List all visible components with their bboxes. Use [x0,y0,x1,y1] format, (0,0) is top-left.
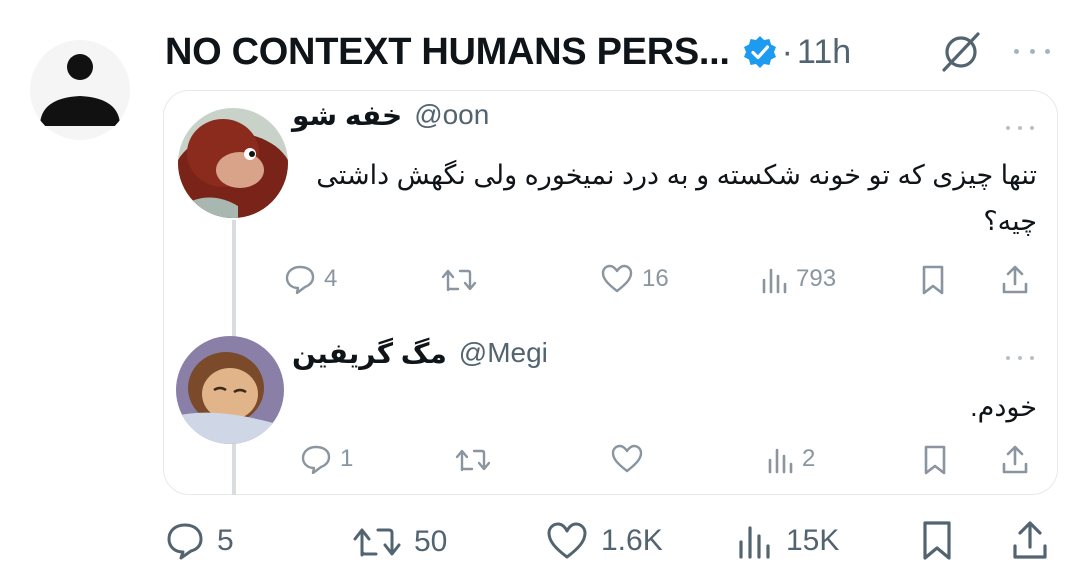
reply-count: 5 [217,524,234,557]
verified-badge-icon [742,34,778,70]
repost-button[interactable]: 50 [352,524,447,560]
quoted-tweet-1-reply-button[interactable]: 4 [284,264,337,294]
views-icon [768,448,793,474]
quoted-tweet-1-repost-button[interactable] [440,266,478,294]
reply-button[interactable]: 5 [165,522,234,560]
views-icon [762,268,787,294]
more-dots-icon[interactable] [1000,118,1040,138]
quoted-tweet-2-like-button[interactable] [610,444,644,474]
repost-icon [455,449,491,472]
quoted-tweet-1-view-count: 793 [796,265,837,292]
repost-count: 50 [414,525,448,558]
repost-icon [353,528,401,557]
quoted-tweet-1-share-button[interactable] [1000,264,1030,296]
quoted-tweet-2-reply-count: 1 [340,445,354,472]
share-icon [1002,265,1028,294]
like-button[interactable]: 1.6K [545,522,663,560]
like-count: 1.6K [601,524,663,557]
reply-icon [167,523,203,560]
quoted-tweet-1-like-count: 16 [642,265,669,292]
quoted-tweet-2-repost-button[interactable] [454,446,492,474]
quoted-tweet-1-bookmark-button[interactable] [920,264,946,296]
post-time[interactable]: 11h [797,33,851,72]
post-header: NO CONTEXT HUMANS PERS... · 11h [165,24,851,80]
quoted-tweet-1-text: تنها چیزی که تو خونه شکسته و به درد نمیخ… [316,160,1037,236]
quoted-tweet-2-name[interactable]: مگ گریفین [292,337,447,370]
quoted-avatar-monkey[interactable] [178,108,288,218]
default-person-icon [40,54,120,126]
quoted-tweet-2-header: مگ گریفین @Megi [292,334,548,372]
quoted-tweet-1-handle[interactable]: @oon [414,99,489,131]
more-dots-icon[interactable] [1008,36,1056,66]
repost-icon [441,269,477,292]
author-display-name[interactable]: NO CONTEXT HUMANS PERS... [165,31,730,74]
heart-icon [547,522,587,559]
reply-icon [301,445,331,474]
bookmark-icon [923,521,951,560]
separator-dot: · [781,32,793,71]
heart-icon [611,444,643,473]
quoted-tweet-2-bookmark-button[interactable] [922,444,948,476]
quoted-tweet-1-like-button[interactable]: 16 [600,264,669,294]
quoted-tweet-1-views-button[interactable]: 793 [760,264,836,294]
grok-icon[interactable] [936,28,986,74]
quoted-tweet-1-reply-count: 4 [324,265,338,292]
quoted-tweet-2-text: خودم. [970,392,1037,422]
quoted-tweet-1-header: خفه شو @oon [292,96,489,134]
bookmark-icon [922,265,944,295]
quoted-tweet-2-share-button[interactable] [1000,444,1030,476]
quoted-tweet-2-handle[interactable]: @Megi [459,337,548,369]
quoted-tweet-1-name[interactable]: خفه شو [292,99,402,132]
view-count: 15K [786,524,840,557]
share-button[interactable] [1010,520,1050,562]
quoted-tweet-2-view-count: 2 [802,445,816,472]
bookmark-button[interactable] [920,520,954,562]
reply-icon [285,265,315,294]
quoted-tweet-2-views-button[interactable]: 2 [766,444,815,474]
share-icon [1013,521,1047,559]
quoted-avatar-meg[interactable] [176,336,284,444]
share-icon [1002,445,1028,474]
author-avatar[interactable] [30,40,130,140]
quoted-tweet-2-reply-button[interactable]: 1 [300,444,353,474]
views-button[interactable]: 15K [736,522,839,560]
views-icon [739,526,770,559]
more-dots-icon[interactable] [1000,348,1040,368]
bookmark-icon [924,445,946,475]
heart-icon [601,264,633,293]
